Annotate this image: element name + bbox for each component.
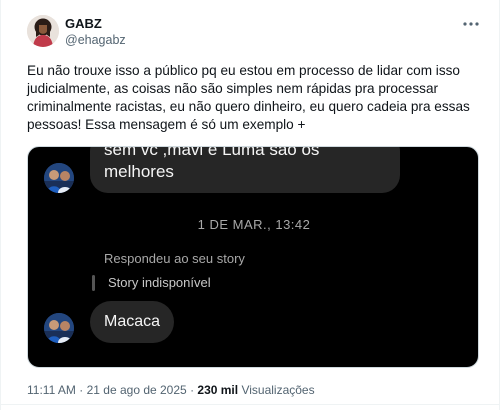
message-text-second: Macaca [104,313,161,330]
sender-photo-icon [44,163,74,193]
author-avatar[interactable] [27,15,59,47]
quote-bar [92,275,95,291]
date-separator: 1 DE MAR., 13:42 [197,217,311,232]
sender-avatar [44,313,74,343]
sender-photo-icon [44,313,74,343]
profile-photo-icon [27,15,59,47]
author-name[interactable]: GABZ [65,16,102,31]
views-label[interactable]: Visualizações [241,383,314,397]
tweet-text: Eu não trouxe isso a público pq eu estou… [27,63,470,132]
meta-separator: · [190,383,195,397]
sender-avatar [44,163,74,193]
tweet: GABZ @ehagabz Eu não trouxe isso a públi… [0,0,500,410]
tweet-date[interactable]: 21 de ago de 2025 [87,383,187,397]
tweet-media[interactable]: sem vc ,mavi e Luma são os melhores 1 DE… [27,146,479,368]
views-count[interactable]: 230 mil [197,383,238,397]
message-text-first: sem vc ,mavi e Luma são os melhores [104,146,320,181]
more-horizontal-icon [463,22,479,26]
message-bubble-second: Macaca [90,301,175,343]
author-handle[interactable]: @ehagabz [65,33,126,47]
replied-to-story-label: Respondeu ao seu story [104,251,245,266]
tweet-meta: 11:11 AM · 21 de ago de 2025 · 230 mil V… [27,383,315,397]
tweet-time[interactable]: 11:11 AM [27,383,76,397]
story-unavailable-label: Story indisponível [108,275,211,290]
meta-separator: · [79,383,84,397]
more-options-button[interactable] [459,12,483,36]
divider [1,404,500,405]
